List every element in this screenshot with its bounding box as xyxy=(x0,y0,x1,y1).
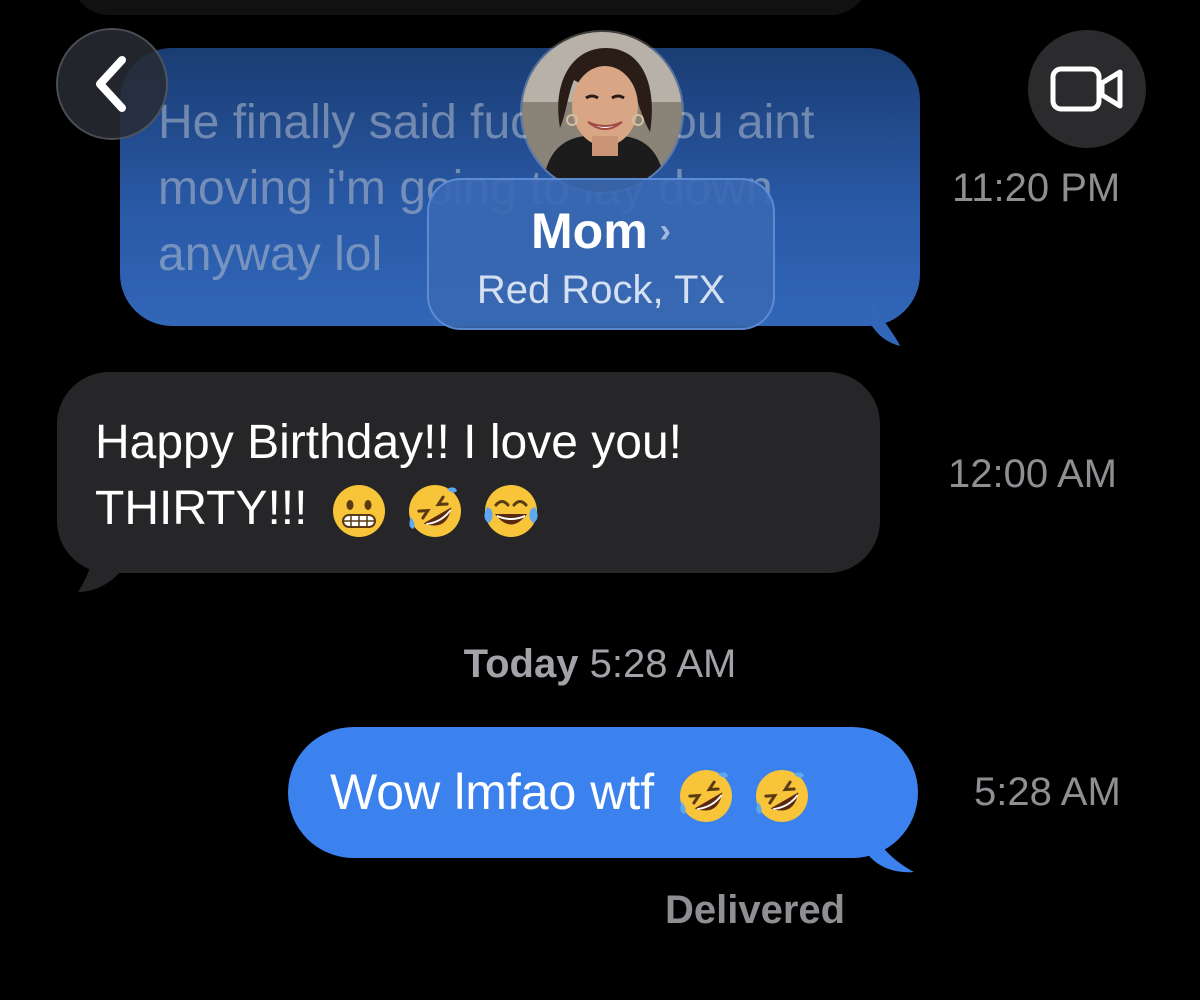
message-text: Happy Birthday!! I love you! THIRTY!!! xyxy=(95,410,855,542)
message-line-2: THIRTY!!! xyxy=(95,476,855,542)
chevron-right-icon: › xyxy=(659,211,671,250)
rolling-on-floor-laughing-icon xyxy=(756,769,809,822)
bubble-tail xyxy=(872,300,900,346)
bubble-tail xyxy=(862,820,914,873)
face-with-tears-of-joy-icon xyxy=(484,485,538,538)
message-bubble-incoming[interactable]: Happy Birthday!! I love you! THIRTY!!! xyxy=(57,372,880,573)
timestamp: 11:20 PM xyxy=(952,166,1121,210)
avatar-photo xyxy=(522,32,682,192)
video-camera-icon xyxy=(1050,66,1123,112)
timestamp: 5:28 AM xyxy=(974,770,1121,814)
delivery-status: Delivered xyxy=(665,888,846,932)
rolling-on-floor-laughing-icon xyxy=(680,769,733,822)
date-divider: Today 5:28 AM xyxy=(0,642,1200,687)
emoji-group xyxy=(331,483,539,539)
grimacing-face-icon xyxy=(332,485,385,538)
contact-name-row: Mom › xyxy=(429,202,773,260)
date-divider-day: Today xyxy=(463,642,579,686)
timestamp: 12:00 AM xyxy=(948,452,1118,496)
message-text: Wow lmfao wtf xyxy=(330,759,810,825)
previous-bubble-edge xyxy=(70,0,870,15)
chevron-left-icon xyxy=(96,56,126,112)
contact-name: Mom xyxy=(531,203,648,259)
message-line: Happy Birthday!! I love you! xyxy=(95,416,682,469)
video-call-button[interactable] xyxy=(1028,30,1146,148)
back-button[interactable] xyxy=(56,28,168,140)
contact-location: Red Rock, TX xyxy=(476,268,726,312)
contact-avatar[interactable] xyxy=(520,30,684,194)
emoji-group xyxy=(678,768,810,824)
contact-header[interactable]: Mom › Red Rock, TX xyxy=(427,178,775,330)
message-text-content: Wow lmfao wtf xyxy=(330,764,655,820)
message-bubble-outgoing[interactable]: Wow lmfao wtf xyxy=(288,727,918,858)
messages-thread: He finally said fuck it if you aint movi… xyxy=(0,0,1200,1000)
rolling-on-floor-laughing-icon xyxy=(408,485,461,538)
date-divider-time: 5:28 AM xyxy=(589,642,737,686)
bubble-tail xyxy=(78,540,126,592)
message-line: THIRTY!!! xyxy=(95,482,308,535)
